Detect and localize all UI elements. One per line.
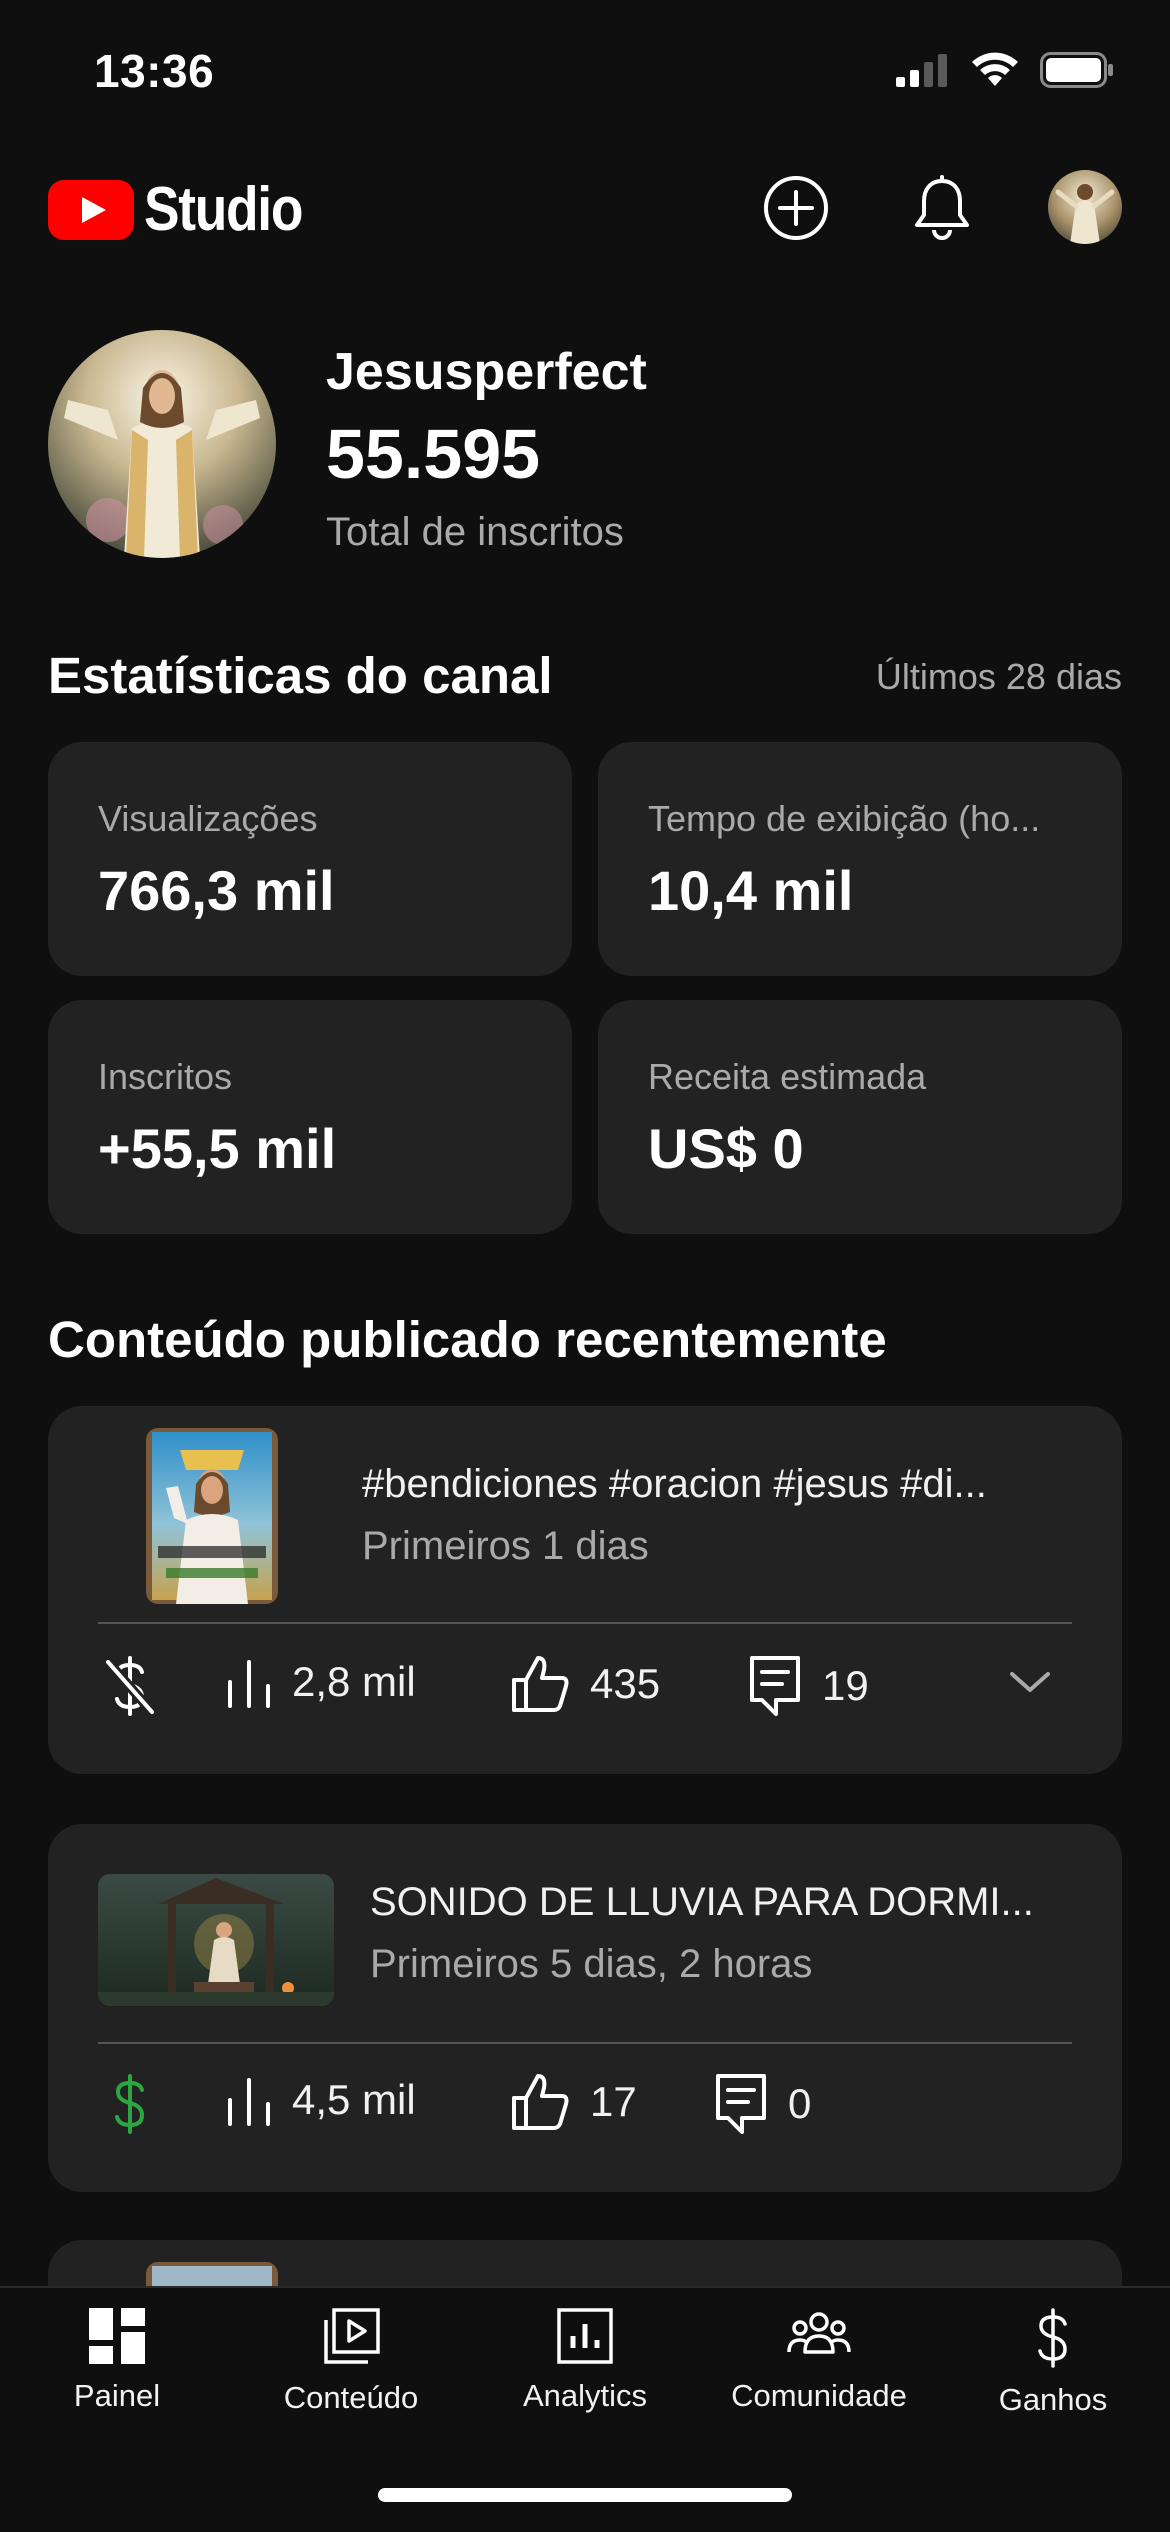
- divider: [98, 2042, 1072, 2044]
- monetization-status: [102, 1654, 158, 1718]
- subscriber-label: Total de inscritos: [326, 510, 624, 554]
- video-thumbnail[interactable]: [146, 1428, 278, 1604]
- youtube-logo-icon: [48, 179, 134, 240]
- youtube-studio-logo[interactable]: Studio: [48, 174, 328, 245]
- earnings-icon: [1038, 2308, 1067, 2368]
- analytics-icon: [557, 2308, 613, 2364]
- likes-value: 435: [590, 1660, 661, 1707]
- nav-item-analytics[interactable]: Analytics: [468, 2308, 702, 2428]
- stat-label: Inscritos: [98, 1056, 233, 1097]
- views-metric: 2,8 mil: [226, 1654, 416, 1710]
- cellular-signal-icon: [896, 54, 947, 87]
- channel-summary: Jesusperfect 55.595 Total de inscritos: [48, 330, 1122, 560]
- channel-name: Jesusperfect: [326, 343, 647, 401]
- content-card[interactable]: SONIDO DE LLUVIA PARA DORMI... Primeiros…: [48, 1824, 1122, 2192]
- nav-label: Conteúdo: [283, 2380, 419, 2415]
- video-timeframe: Primeiros 1 dias: [362, 1524, 649, 1568]
- stat-value: +55,5 mil: [98, 1117, 337, 1180]
- app-header: Studio: [0, 160, 1170, 254]
- channel-avatar[interactable]: [48, 330, 276, 558]
- community-icon: [787, 2312, 851, 2354]
- channel-avatar-image: [48, 330, 276, 558]
- nav-label: Painel: [73, 2378, 161, 2413]
- status-time: 13:36: [94, 45, 215, 97]
- stat-label: Visualizações: [98, 798, 318, 839]
- video-title: #bendiciones #oracion #jesus #di...: [362, 1462, 987, 1506]
- thumbnail-image: [98, 1874, 334, 2006]
- thumbnail-image: [146, 1428, 278, 1604]
- thumbs-up-icon: [512, 2074, 569, 2130]
- comments-value: 0: [788, 2080, 812, 2127]
- nav-label: Analytics: [522, 2378, 648, 2413]
- nav-item-earnings[interactable]: Ganhos: [936, 2308, 1170, 2428]
- home-indicator[interactable]: [378, 2488, 792, 2502]
- youtube-studio-dashboard: 13:36 Studio Jesusperfect 55.595 Total d…: [0, 0, 1170, 2532]
- monetization-status: [102, 2072, 158, 2136]
- nav-label: Comunidade: [731, 2378, 907, 2413]
- chevron-down-icon: [1010, 1672, 1050, 1692]
- app-name: Studio: [144, 175, 303, 244]
- recent-content-title: Conteúdo publicado recentemente: [48, 1311, 887, 1368]
- stat-value: 766,3 mil: [98, 859, 335, 922]
- stat-value: US$ 0: [648, 1117, 804, 1180]
- stat-card-subscribers[interactable]: Inscritos +55,5 mil: [48, 1000, 572, 1234]
- nav-label: Ganhos: [998, 2382, 1108, 2417]
- nav-item-community[interactable]: Comunidade: [702, 2308, 936, 2428]
- stat-card-watch-time[interactable]: Tempo de exibição (ho... 10,4 mil: [598, 742, 1122, 976]
- comments-metric: 0: [714, 2072, 811, 2136]
- wifi-icon: [972, 52, 1018, 86]
- comments-metric: 19: [748, 1654, 869, 1718]
- bell-icon: [915, 175, 969, 240]
- views-value: 2,8 mil: [292, 1658, 416, 1705]
- thumbs-up-icon: [512, 1656, 569, 1712]
- likes-value: 17: [590, 2078, 637, 2125]
- subscriber-count: 55.595: [326, 415, 541, 493]
- likes-metric: 17: [510, 2072, 637, 2132]
- content-icon: [324, 2308, 380, 2364]
- likes-metric: 435: [510, 1654, 660, 1714]
- expand-button[interactable]: [1008, 1668, 1052, 1696]
- monetization-off-icon: [104, 1656, 156, 1716]
- status-bar: 13:36: [0, 0, 1170, 150]
- monetization-on-icon: [115, 2074, 145, 2134]
- nav-item-dashboard[interactable]: Painel: [0, 2308, 234, 2428]
- notifications-button[interactable]: [904, 170, 980, 246]
- comment-icon: [716, 2074, 766, 2134]
- avatar-image: [1048, 170, 1122, 244]
- nav-item-content[interactable]: Conteúdo: [234, 2308, 468, 2428]
- stat-label: Tempo de exibição (ho...: [648, 798, 1041, 839]
- content-card[interactable]: #bendiciones #oracion #jesus #di... Prim…: [48, 1406, 1122, 1774]
- stats-title: Estatísticas do canal: [48, 647, 553, 704]
- status-icons: [896, 52, 1114, 88]
- comments-value: 19: [822, 1662, 869, 1709]
- stat-value: 10,4 mil: [648, 859, 854, 922]
- battery-icon: [1040, 52, 1113, 88]
- stat-card-revenue[interactable]: Receita estimada US$ 0: [598, 1000, 1122, 1234]
- stat-label: Receita estimada: [648, 1056, 927, 1097]
- stat-card-views[interactable]: Visualizações 766,3 mil: [48, 742, 572, 976]
- stats-period[interactable]: Últimos 28 dias: [876, 656, 1122, 698]
- video-thumbnail[interactable]: [98, 1874, 334, 2006]
- video-timeframe: Primeiros 5 dias, 2 horas: [370, 1942, 813, 1986]
- comment-icon: [750, 1656, 800, 1716]
- bar-chart-icon: [228, 1660, 270, 1708]
- video-title: SONIDO DE LLUVIA PARA DORMI...: [370, 1880, 1034, 1924]
- bar-chart-icon: [228, 2078, 270, 2126]
- views-metric: 4,5 mil: [226, 2072, 416, 2128]
- views-value: 4,5 mil: [292, 2076, 416, 2123]
- divider: [98, 1622, 1072, 1624]
- account-avatar-button[interactable]: [1048, 170, 1122, 244]
- add-circle-icon: [764, 176, 828, 240]
- create-button[interactable]: [758, 170, 834, 246]
- dashboard-icon: [89, 2308, 145, 2364]
